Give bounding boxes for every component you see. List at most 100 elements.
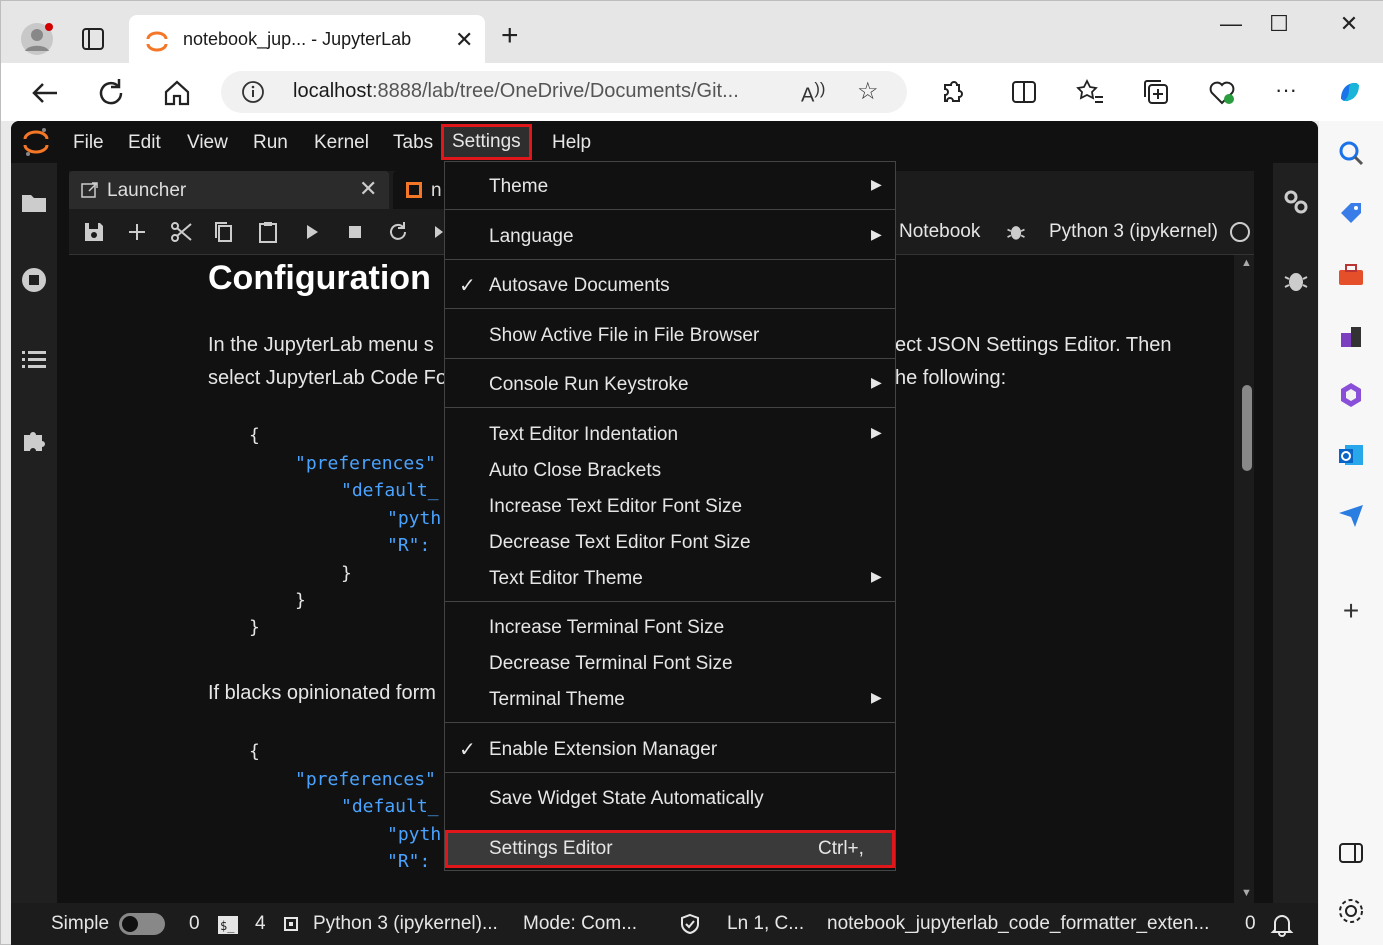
menu-item-language[interactable]: Language ▶ [445,220,895,254]
file-browser-icon[interactable] [19,187,49,217]
running-sessions-icon[interactable] [19,265,49,295]
hide-sidebar-icon[interactable] [1335,837,1367,869]
menu-item-console-run-keystroke[interactable]: Console Run Keystroke ▶ [445,368,895,402]
run-icon[interactable] [299,219,325,245]
cursor-position[interactable]: Ln 1, C... [727,913,804,935]
menu-item-save-widget-state[interactable]: Save Widget State Automatically [445,782,895,816]
favorite-star-icon[interactable]: ☆ [857,77,879,106]
collections-icon[interactable] [1141,77,1171,107]
search-icon[interactable] [1335,137,1367,169]
menu-item-theme[interactable]: Theme ▶ [445,170,895,204]
bug-icon[interactable] [1005,221,1027,243]
read-aloud-icon[interactable]: A)) [801,79,825,108]
browser-essentials-icon[interactable] [1207,77,1237,107]
code-line: } [295,590,306,611]
refresh-icon[interactable] [93,75,129,111]
paste-icon[interactable] [255,219,281,245]
shield-icon[interactable] [679,913,701,935]
tab-launcher[interactable]: Launcher ✕ [69,171,389,209]
code-line: "R": [387,535,431,556]
scroll-up-icon[interactable]: ▲ [1241,257,1252,269]
home-icon[interactable] [159,75,195,111]
scrollbar-thumb[interactable] [1242,385,1252,471]
tools-icon[interactable] [1335,259,1367,291]
notification-count[interactable]: 0 [1245,913,1256,935]
stop-icon[interactable] [342,219,368,245]
file-name[interactable]: notebook_jupyterlab_code_formatter_exten… [827,913,1209,935]
bell-icon[interactable] [1269,911,1295,937]
menu-item-text-editor-indentation[interactable]: Text Editor Indentation ▶ [445,418,895,452]
kernel-count[interactable]: 4 [255,913,266,935]
settings-gear-icon[interactable] [1335,895,1367,927]
kernel-chip-icon[interactable] [281,914,301,934]
debugger-icon[interactable] [1281,265,1311,295]
copy-icon[interactable] [211,219,237,245]
submenu-arrow-icon: ▶ [871,689,882,705]
menu-kernel[interactable]: Kernel [314,132,369,154]
back-icon[interactable] [27,75,63,111]
menu-item-increase-terminal-font[interactable]: Increase Terminal Font Size [445,611,895,645]
kernel-name[interactable]: Python 3 (ipykernel) [1049,221,1218,243]
terminal-icon[interactable]: $_ [217,914,239,936]
microsoft-365-icon[interactable] [1335,379,1367,411]
close-window-button[interactable]: ✕ [1329,11,1369,37]
extensions-icon[interactable] [937,77,967,107]
menu-tabs[interactable]: Tabs [393,132,433,154]
notebook-scrollbar[interactable]: ▲ ▼ [1239,255,1254,903]
copilot-icon[interactable] [1335,77,1365,107]
simple-mode-toggle[interactable] [119,913,165,935]
code-line: "default_ [341,480,439,501]
notebook-type-label[interactable]: Notebook [899,221,980,243]
minimize-button[interactable]: — [1211,11,1251,37]
terminal-count[interactable]: 0 [189,913,200,935]
editor-mode[interactable]: Mode: Com... [523,913,637,935]
extension-manager-icon[interactable] [19,425,49,455]
menu-item-autosave[interactable]: ✓ Autosave Documents [445,269,895,303]
property-inspector-icon[interactable] [1281,187,1311,217]
close-tab-icon[interactable]: ✕ [455,27,473,53]
menu-item-show-active-file[interactable]: Show Active File in File Browser [445,319,895,353]
restart-icon[interactable] [385,219,411,245]
new-tab-button[interactable]: + [501,21,519,51]
kernel-status[interactable]: Python 3 (ipykernel)... [313,913,498,935]
split-screen-icon[interactable] [1009,77,1039,107]
menu-item-increase-editor-font[interactable]: Increase Text Editor Font Size [445,490,895,524]
menu-item-settings-editor[interactable]: Settings Editor Ctrl+, [445,830,895,868]
add-sidebar-app-icon[interactable]: + [1335,595,1367,627]
more-options-icon[interactable]: ··· [1275,77,1305,107]
outlook-icon[interactable] [1335,439,1367,471]
menu-view[interactable]: View [187,132,228,154]
menu-item-auto-close-brackets[interactable]: Auto Close Brackets [445,454,895,488]
browser-tab[interactable]: notebook_jup... - JupyterLab ✕ [129,15,485,65]
info-icon[interactable] [241,80,265,104]
cut-icon[interactable] [168,219,194,245]
favorites-icon[interactable] [1075,77,1105,107]
send-icon[interactable] [1335,499,1367,531]
maximize-button[interactable]: ☐ [1259,11,1299,37]
table-of-contents-icon[interactable] [19,345,49,375]
shopping-tag-icon[interactable] [1335,197,1367,229]
menu-item-decrease-editor-font[interactable]: Decrease Text Editor Font Size [445,526,895,560]
menu-item-text-editor-theme[interactable]: Text Editor Theme ▶ [445,562,895,596]
menu-help[interactable]: Help [552,132,591,154]
menu-item-enable-extension-manager[interactable]: ✓ Enable Extension Manager [445,733,895,767]
profile-avatar-icon[interactable] [19,21,55,57]
menu-separator [445,601,895,602]
browser-tab-title: notebook_jup... - JupyterLab [183,29,412,49]
close-launcher-icon[interactable]: ✕ [359,176,377,202]
menu-run[interactable]: Run [253,132,288,154]
menu-item-terminal-theme[interactable]: Terminal Theme ▶ [445,683,895,717]
url-bar[interactable]: localhost:8888/lab/tree/OneDrive/Documen… [221,71,907,113]
scroll-down-icon[interactable]: ▼ [1241,887,1252,899]
browser-tab-bar: notebook_jup... - JupyterLab ✕ + — ☐ ✕ [1,1,1383,65]
menu-settings[interactable]: Settings [441,124,532,160]
insert-cell-icon[interactable] [124,219,150,245]
tab-actions-icon[interactable] [77,25,109,53]
launcher-icon [81,182,98,198]
save-icon[interactable] [81,219,107,245]
menu-file[interactable]: File [73,132,104,154]
menu-item-decrease-terminal-font[interactable]: Decrease Terminal Font Size [445,647,895,681]
menu-edit[interactable]: Edit [128,132,161,154]
games-icon[interactable] [1335,319,1367,351]
code-line: "preferences" [295,769,436,790]
